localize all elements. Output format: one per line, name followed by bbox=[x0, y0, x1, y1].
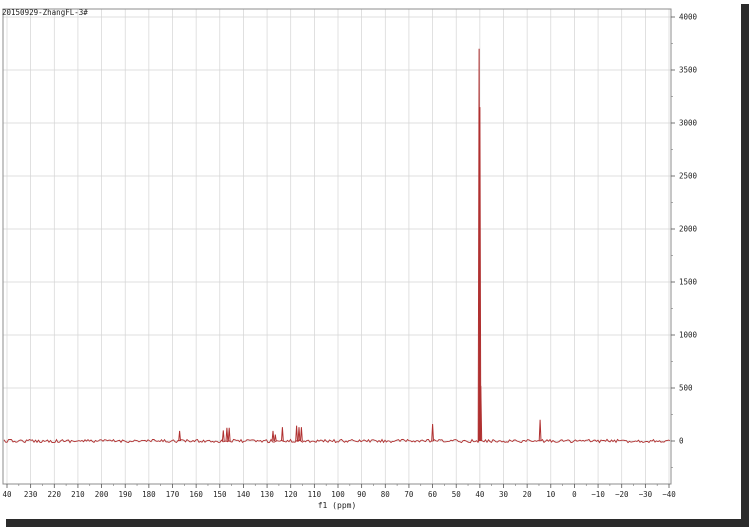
x-tick-label: 120 bbox=[284, 490, 298, 499]
x-tick-label: −30 bbox=[639, 490, 653, 499]
x-tick-label: 150 bbox=[213, 490, 227, 499]
x-tick-label: 160 bbox=[189, 490, 203, 499]
x-tick-label: 40 bbox=[2, 490, 12, 499]
y-tick-label: 500 bbox=[679, 384, 693, 393]
y-tick-label: 1500 bbox=[679, 278, 698, 287]
x-tick-label: 90 bbox=[357, 490, 367, 499]
spectrum-paper: 40 230 220 210 200 190 180 170 160 150 140 130 120 11… bbox=[0, 0, 741, 519]
x-axis: 40 230 220 210 200 190 180 170 160 150 140 130 120 11… bbox=[2, 484, 676, 499]
y-tick-label: 3000 bbox=[679, 119, 698, 128]
x-tick-label: 210 bbox=[71, 490, 85, 499]
spectrum-peak bbox=[221, 430, 225, 442]
spectrum-peak bbox=[538, 419, 542, 442]
grid bbox=[3, 9, 671, 484]
spectrum-peak bbox=[178, 430, 181, 442]
x-tick-label: 0 bbox=[572, 490, 577, 499]
x-tick-label: 70 bbox=[404, 490, 414, 499]
x-tick-label: 170 bbox=[166, 490, 180, 499]
spectrum-peak bbox=[225, 427, 229, 442]
x-tick-label: 20 bbox=[523, 490, 533, 499]
x-tick-label: 190 bbox=[118, 490, 132, 499]
x-tick-label: 180 bbox=[142, 490, 156, 499]
y-tick-label: 4000 bbox=[679, 13, 698, 22]
spectrum-peak bbox=[281, 427, 284, 442]
spectrum-peak bbox=[271, 430, 275, 442]
x-axis-label: f1 (ppm) bbox=[318, 501, 357, 510]
spectrum-peak bbox=[295, 425, 298, 442]
x-tick-label: 140 bbox=[237, 490, 251, 499]
x-tick-label: 110 bbox=[308, 490, 322, 499]
y-axis: 0 500 1000 1500 2000 2500 3000 3500 4000 bbox=[671, 13, 698, 468]
chart-title: 20150929-ZhangFL-3# bbox=[2, 8, 88, 17]
y-tick-label: 1000 bbox=[679, 331, 698, 340]
window-shadow-right bbox=[741, 4, 749, 527]
x-tick-label: 50 bbox=[452, 490, 462, 499]
plot-frame bbox=[2, 8, 672, 485]
y-tick-label: 0 bbox=[679, 437, 684, 446]
spectrum-peaks bbox=[178, 48, 542, 442]
nmr-spectrum-chart: 40 230 220 210 200 190 180 170 160 150 140 130 120 11… bbox=[2, 8, 698, 510]
x-tick-label: 40 bbox=[475, 490, 485, 499]
x-tick-label: 220 bbox=[48, 490, 62, 499]
window: 40 230 220 210 200 190 180 170 160 150 140 130 120 11… bbox=[0, 0, 749, 527]
x-tick-label: 130 bbox=[260, 490, 274, 499]
x-tick-label: −20 bbox=[615, 490, 629, 499]
y-tick-label: 2500 bbox=[679, 172, 698, 181]
x-tick-label: 100 bbox=[331, 490, 345, 499]
y-tick-label: 3500 bbox=[679, 66, 698, 75]
x-tick-label: 30 bbox=[499, 490, 509, 499]
x-tick-label: 200 bbox=[95, 490, 109, 499]
spectrum-peak bbox=[300, 427, 303, 442]
x-tick-label: 10 bbox=[546, 490, 556, 499]
spectrum-peak bbox=[227, 427, 231, 442]
spectrum-peak bbox=[297, 427, 301, 442]
x-tick-label: −40 bbox=[662, 490, 676, 499]
x-tick-label: 60 bbox=[428, 490, 438, 499]
x-tick-label: 230 bbox=[24, 490, 38, 499]
y-tick-label: 2000 bbox=[679, 225, 698, 234]
x-tick-label: −10 bbox=[591, 490, 605, 499]
window-shadow-bottom bbox=[6, 519, 749, 527]
spectrum-peak bbox=[273, 434, 277, 442]
x-tick-label: 80 bbox=[381, 490, 391, 499]
